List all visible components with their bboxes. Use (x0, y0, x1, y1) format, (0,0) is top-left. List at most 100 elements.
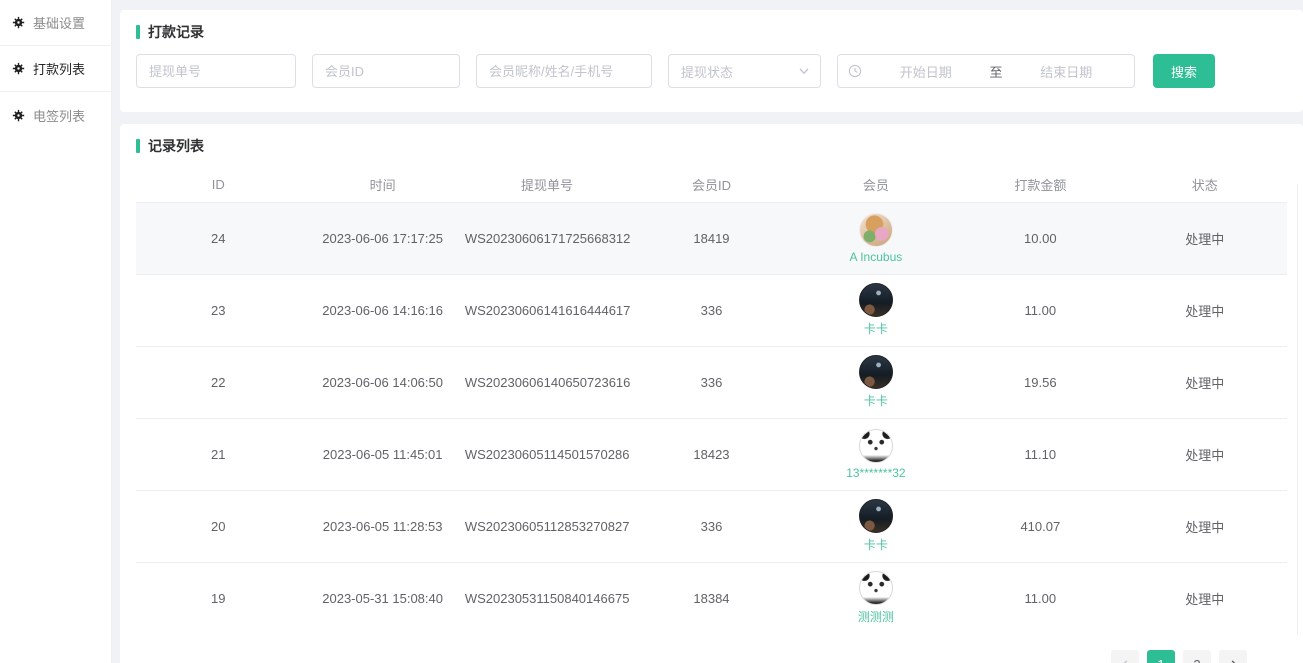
sidebar-item-label: 电签列表 (33, 106, 85, 125)
member-id-input[interactable] (312, 54, 460, 88)
member-name-link[interactable]: 测测测 (858, 608, 894, 625)
end-date-placeholder: 结束日期 (1009, 62, 1125, 81)
chevron-left-icon (1120, 659, 1131, 663)
records-table-header: ID 时间 提现单号 会员ID 会员 打款金额 状态 (136, 168, 1287, 202)
member-name-link[interactable]: 13*******32 (846, 466, 905, 480)
sidebar-item-label: 基础设置 (33, 13, 85, 32)
column-header: 会员ID (629, 168, 793, 202)
cell-amount: 410.07 (958, 490, 1122, 562)
cell-order-no: WS20230605112853270827 (465, 490, 629, 562)
cell-status: 处理中 (1123, 562, 1287, 634)
table-row[interactable]: 24 2023-06-06 17:17:25 WS202306061717256… (136, 202, 1287, 274)
cell-member: A Incubus (794, 202, 958, 274)
sidebar: 基础设置 打款列表 (0, 0, 112, 663)
table-row[interactable]: 21 2023-06-05 11:45:01 WS202306051145015… (136, 418, 1287, 490)
date-separator: 至 (990, 62, 1003, 81)
member-avatar (859, 429, 893, 463)
sidebar-item[interactable]: 打款列表 (0, 46, 111, 92)
status-select-placeholder: 提现状态 (681, 62, 733, 81)
chevron-down-icon (798, 65, 810, 77)
pagination-prev-button[interactable] (1111, 650, 1139, 663)
cell-status: 处理中 (1123, 346, 1287, 418)
cell-amount: 11.00 (958, 562, 1122, 634)
member-name-link[interactable]: 卡卡 (864, 536, 888, 553)
cell-member-id: 18419 (629, 202, 793, 274)
fixed-column-divider (1297, 184, 1298, 634)
pagination: 1 2 (136, 634, 1287, 663)
sidebar-item[interactable]: 基础设置 (0, 0, 111, 46)
column-header: 打款金额 (958, 168, 1122, 202)
cell-status: 处理中 (1123, 202, 1287, 274)
cell-status: 处理中 (1123, 418, 1287, 490)
cell-id: 24 (136, 202, 300, 274)
clock-icon (848, 64, 862, 78)
cell-member-id: 336 (629, 274, 793, 346)
gear-icon (12, 16, 25, 29)
pagination-page-button[interactable]: 2 (1183, 650, 1211, 663)
cell-time: 2023-05-31 15:08:40 (300, 562, 464, 634)
table-row[interactable]: 22 2023-06-06 14:06:50 WS202306061406507… (136, 346, 1287, 418)
member-avatar (859, 355, 893, 389)
title-accent-bar (136, 25, 140, 39)
cell-id: 21 (136, 418, 300, 490)
records-table-body: 24 2023-06-06 17:17:25 WS202306061717256… (136, 202, 1287, 634)
search-panel-title: 打款记录 (136, 22, 1287, 42)
member-avatar (859, 571, 893, 605)
member-name-link[interactable]: A Incubus (850, 250, 903, 264)
sidebar-item-label: 打款列表 (33, 59, 85, 78)
cell-member: 卡卡 (794, 346, 958, 418)
member-info-input[interactable] (476, 54, 652, 88)
cell-member-id: 18423 (629, 418, 793, 490)
search-panel-title-text: 打款记录 (148, 22, 204, 42)
table-row[interactable]: 19 2023-05-31 15:08:40 WS202305311508401… (136, 562, 1287, 634)
cell-member: 13*******32 (794, 418, 958, 490)
cell-amount: 19.56 (958, 346, 1122, 418)
cell-member-id: 18384 (629, 562, 793, 634)
cell-member: 卡卡 (794, 490, 958, 562)
date-range-picker[interactable]: 开始日期 至 结束日期 (837, 54, 1135, 88)
cell-time: 2023-06-05 11:45:01 (300, 418, 464, 490)
record-list-title-text: 记录列表 (148, 136, 204, 156)
column-header: 状态 (1123, 168, 1287, 202)
column-header: 时间 (300, 168, 464, 202)
table-row[interactable]: 23 2023-06-06 14:16:16 WS202306061416164… (136, 274, 1287, 346)
cell-amount: 10.00 (958, 202, 1122, 274)
cell-id: 23 (136, 274, 300, 346)
cell-id: 22 (136, 346, 300, 418)
member-avatar (859, 499, 893, 533)
cell-member: 卡卡 (794, 274, 958, 346)
app-layout: 基础设置 打款列表 (0, 0, 1303, 663)
sidebar-item[interactable]: 电签列表 (0, 92, 111, 138)
table-row[interactable]: 20 2023-06-05 11:28:53 WS202306051128532… (136, 490, 1287, 562)
search-button[interactable]: 搜索 (1153, 54, 1215, 88)
cell-amount: 11.10 (958, 418, 1122, 490)
search-form: 提现状态 开始日期 至 结束日期 搜索 (136, 54, 1287, 88)
record-list-panel: 记录列表 ID 时间 提现单号 会员ID (120, 124, 1303, 663)
pagination-next-button[interactable] (1219, 650, 1247, 663)
member-name-link[interactable]: 卡卡 (864, 392, 888, 409)
records-table: ID 时间 提现单号 会员ID 会员 打款金额 状态 (136, 168, 1287, 634)
pagination-pages: 1 2 (1147, 650, 1211, 663)
cell-status: 处理中 (1123, 490, 1287, 562)
column-header: 会员 (794, 168, 958, 202)
order-no-input[interactable] (136, 54, 296, 88)
pagination-page-button[interactable]: 1 (1147, 650, 1175, 663)
record-list-title: 记录列表 (136, 136, 1287, 156)
cell-member: 测测测 (794, 562, 958, 634)
cell-order-no: WS20230606171725668312 (465, 202, 629, 274)
main-content: 打款记录 提现状态 (112, 0, 1303, 663)
gear-icon (12, 62, 25, 75)
cell-time: 2023-06-06 14:16:16 (300, 274, 464, 346)
search-panel: 打款记录 提现状态 (120, 10, 1303, 112)
chevron-right-icon (1228, 659, 1239, 663)
status-select[interactable]: 提现状态 (668, 54, 821, 88)
member-avatar (859, 213, 893, 247)
cell-id: 19 (136, 562, 300, 634)
member-name-link[interactable]: 卡卡 (864, 320, 888, 337)
cell-time: 2023-06-05 11:28:53 (300, 490, 464, 562)
cell-order-no: WS20230531150840146675 (465, 562, 629, 634)
cell-time: 2023-06-06 17:17:25 (300, 202, 464, 274)
start-date-placeholder: 开始日期 (868, 62, 984, 81)
cell-order-no: WS20230606141616444617 (465, 274, 629, 346)
cell-order-no: WS20230606140650723616 (465, 346, 629, 418)
